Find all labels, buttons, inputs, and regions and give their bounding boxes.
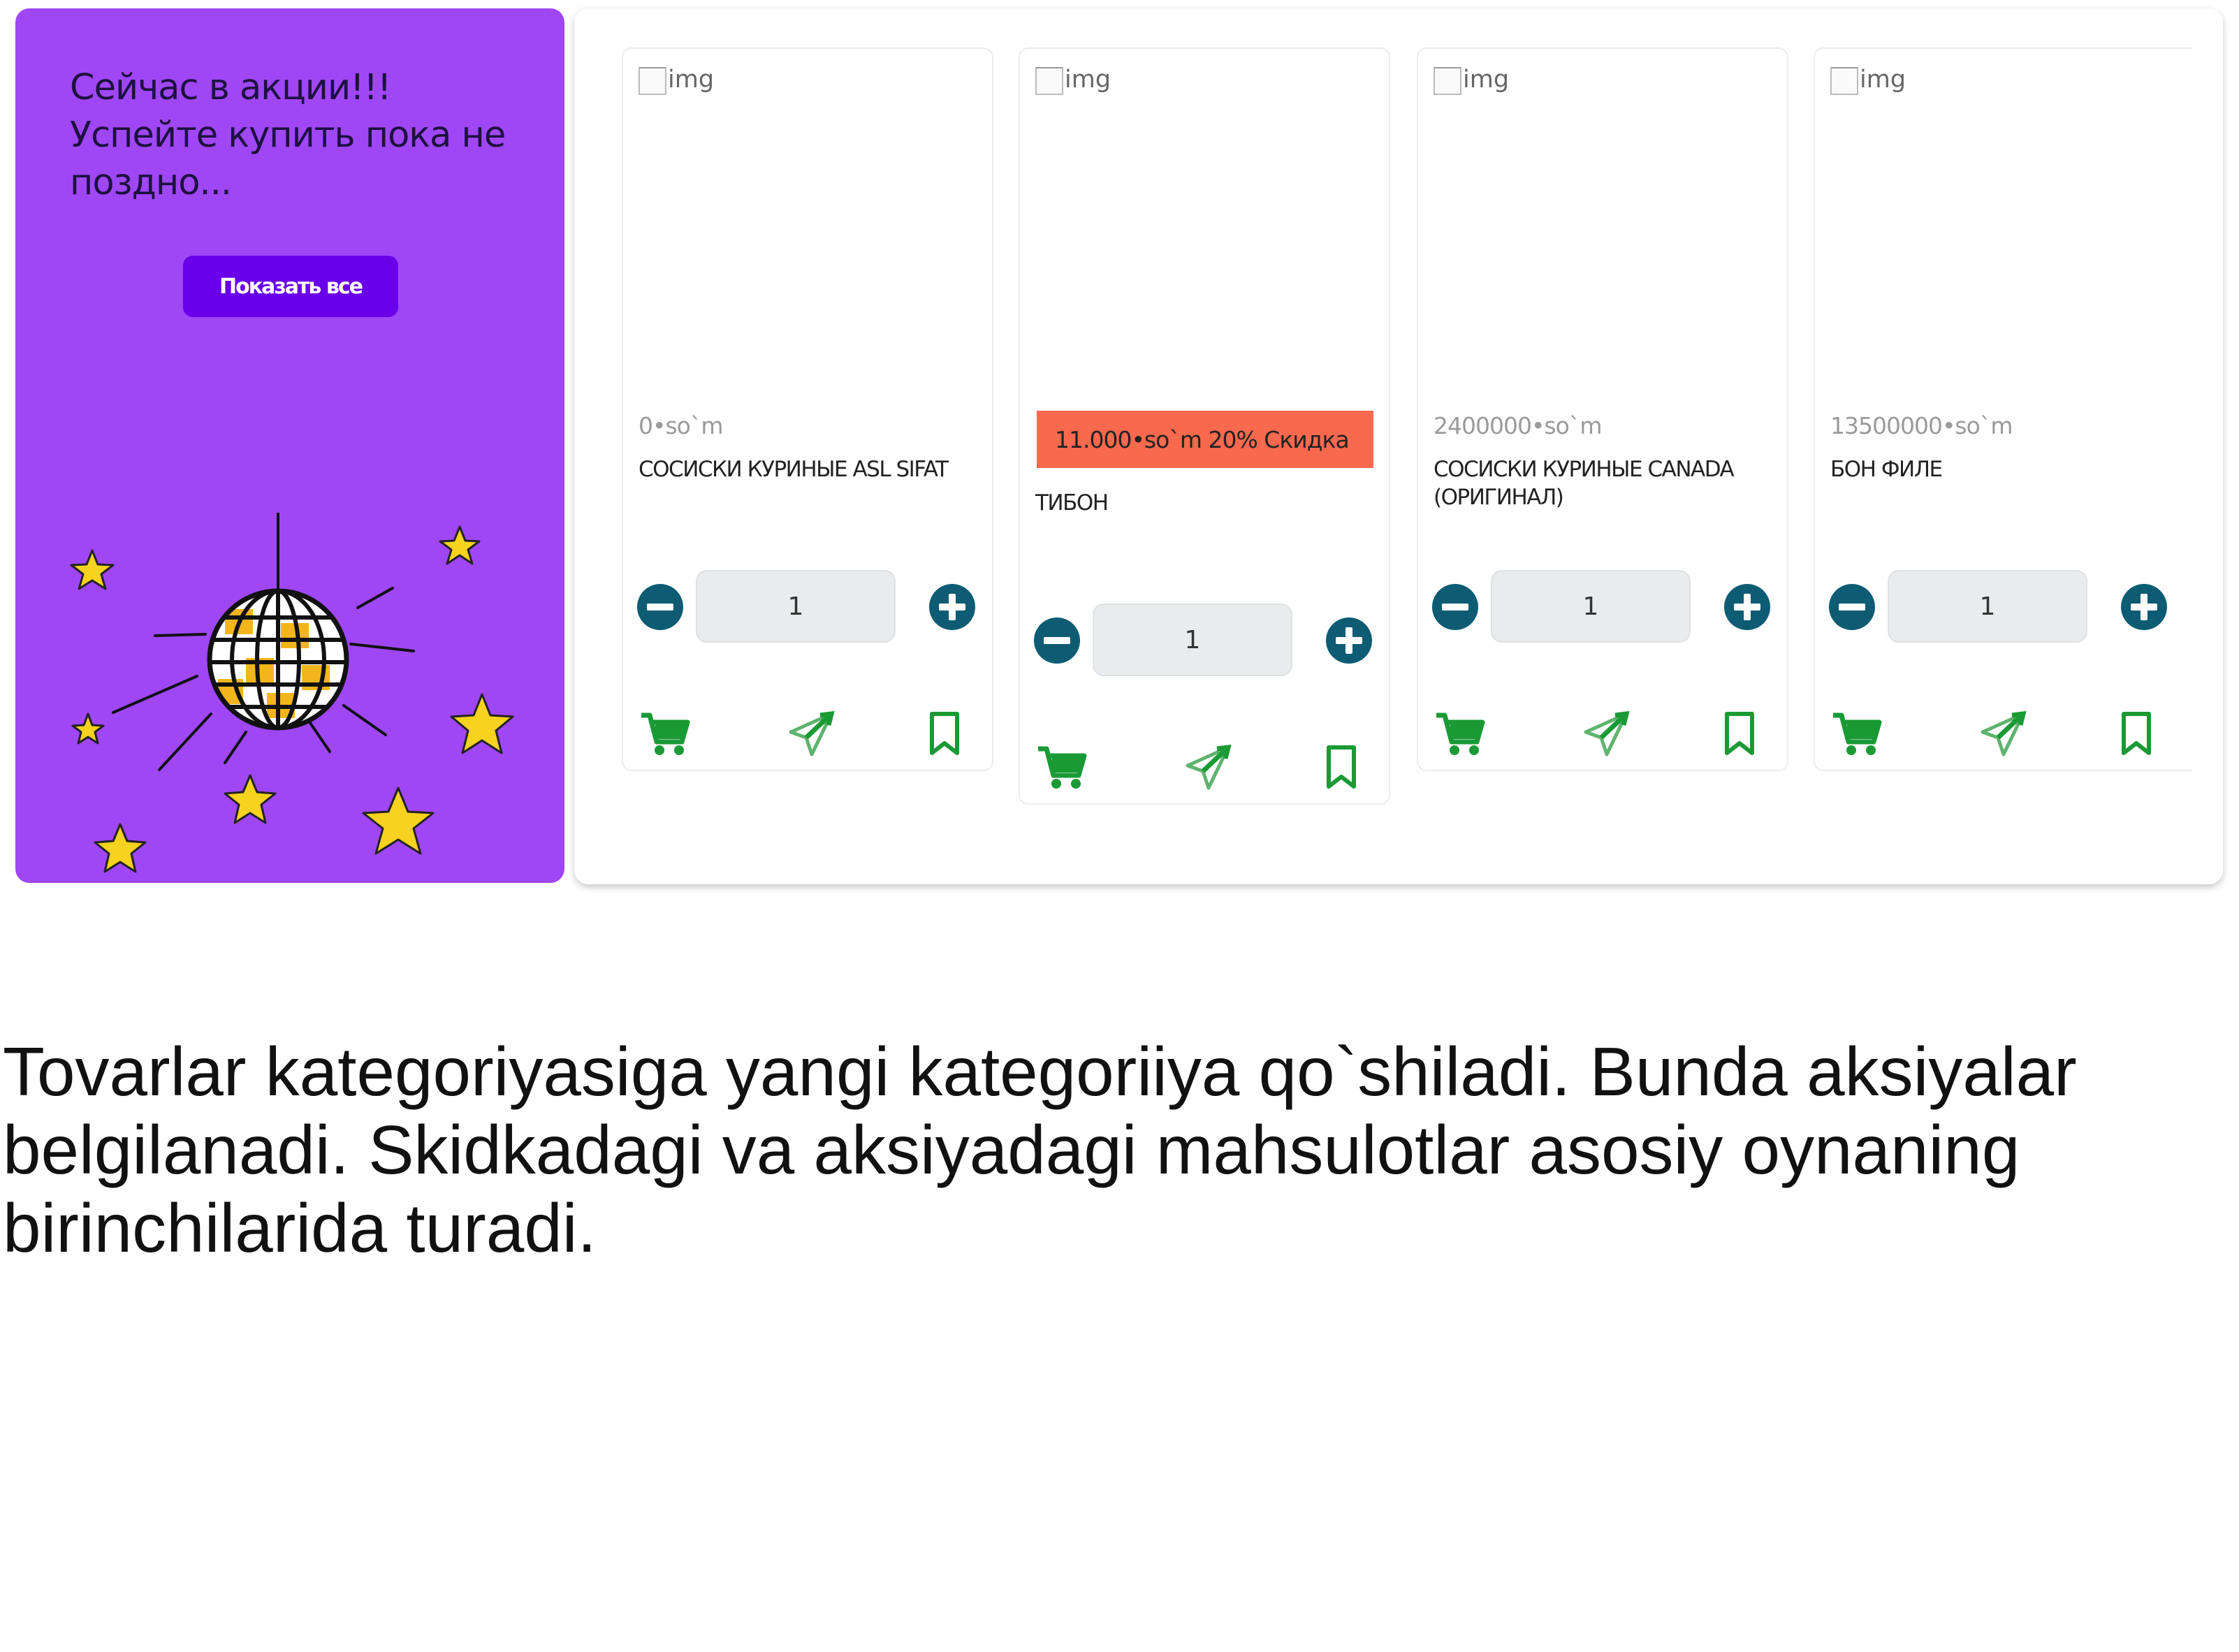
shopping-cart-icon[interactable] (1829, 707, 1885, 763)
quantity-stepper (1034, 604, 1376, 679)
product-card[interactable]: img 0•so`m СОСИСКИ КУРИНЫЕ ASL SIFAT (622, 47, 993, 771)
product-card[interactable]: img 13500000•so`m БОН ФИЛЕ (1814, 47, 2192, 771)
bookmark-icon[interactable] (1712, 707, 1767, 763)
product-name: БОН ФИЛЕ (1830, 457, 1943, 482)
product-actions (1829, 707, 2171, 763)
product-image: img (1830, 66, 1906, 95)
product-price: 13500000•so`m (1830, 412, 2013, 439)
quantity-input[interactable] (696, 570, 896, 643)
send-icon[interactable] (782, 707, 838, 763)
product-image: img (1035, 66, 1111, 95)
shopping-cart-icon[interactable] (1034, 740, 1090, 796)
bookmark-icon[interactable] (2108, 707, 2164, 763)
send-icon[interactable] (1179, 740, 1235, 796)
image-alt-text: img (1860, 66, 1906, 94)
quantity-stepper (1432, 570, 1774, 645)
plus-circle-icon[interactable] (1326, 617, 1372, 664)
product-name: ТИБОН (1035, 490, 1109, 516)
shopping-cart-icon[interactable] (1432, 707, 1488, 763)
quantity-input[interactable] (1491, 570, 1691, 643)
minus-circle-icon[interactable] (1829, 584, 1875, 630)
product-actions (1432, 707, 1774, 763)
send-icon[interactable] (1577, 707, 1633, 763)
shopping-cart-icon[interactable] (637, 707, 693, 763)
product-actions (1034, 740, 1376, 796)
broken-image-icon (1434, 67, 1461, 95)
promo-banner: Сейчас в акции!!! Успейте купить пока не… (15, 8, 564, 883)
quantity-stepper (637, 570, 979, 645)
plus-circle-icon[interactable] (2121, 584, 2167, 630)
product-actions (637, 707, 979, 763)
product-image: img (1434, 66, 1509, 95)
broken-image-icon (1035, 67, 1063, 95)
product-name: СОСИСКИ КУРИНЫЕ ASL SIFAT (639, 457, 949, 482)
product-price: 2400000•so`m (1434, 412, 1602, 439)
broken-image-icon (639, 67, 666, 95)
product-name: СОСИСКИ КУРИНЫЕ CANADA (ОРИГИНАЛ) (1434, 457, 1735, 510)
image-alt-text: img (668, 66, 715, 94)
send-icon[interactable] (1974, 707, 2030, 763)
minus-circle-icon[interactable] (1034, 617, 1080, 664)
image-alt-text: img (1065, 66, 1111, 94)
product-card[interactable]: img 11.000•so`m 20% Скидка ТИБОН (1019, 47, 1390, 805)
product-price: 0•so`m (639, 412, 723, 439)
product-card[interactable]: img 2400000•so`m СОСИСКИ КУРИНЫЕ CANADA … (1417, 47, 1788, 771)
minus-circle-icon[interactable] (1432, 584, 1478, 630)
quantity-input[interactable] (1888, 570, 2087, 643)
bookmark-icon[interactable] (1313, 740, 1369, 796)
quantity-input[interactable] (1093, 604, 1292, 676)
quantity-stepper (1829, 570, 2171, 645)
discount-badge: 11.000•so`m 20% Скидка (1037, 411, 1373, 468)
products-carousel: img 0•so`m СОСИСКИ КУРИНЫЕ ASL SIFAT img (574, 8, 2223, 884)
plus-circle-icon[interactable] (1724, 584, 1770, 630)
bookmark-icon[interactable] (917, 707, 972, 763)
minus-circle-icon[interactable] (637, 584, 683, 630)
plus-circle-icon[interactable] (929, 584, 975, 630)
product-image: img (639, 66, 714, 95)
disco-ball-illustration (70, 513, 514, 873)
broken-image-icon (1830, 67, 1858, 95)
image-alt-text: img (1463, 66, 1510, 94)
description-caption: Tovarlar kategoriyasiga yangi kategoriiy… (3, 1033, 2077, 1266)
